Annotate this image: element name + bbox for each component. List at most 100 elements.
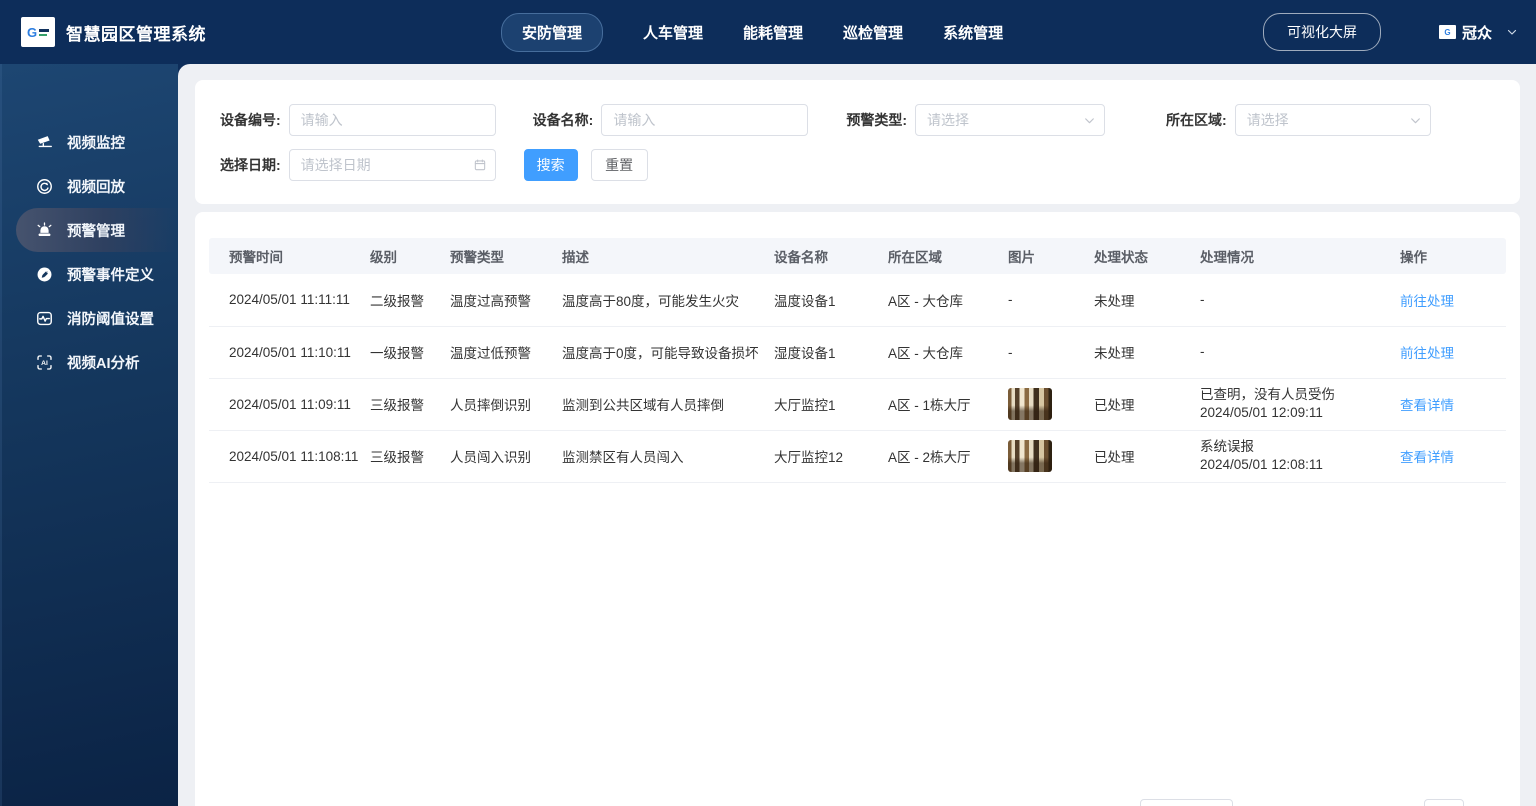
primary-nav-tabs: 安防管理 人车管理 能耗管理 巡检管理 系统管理 xyxy=(501,12,1003,52)
cell-level: 二级报警 xyxy=(360,274,440,327)
alert-table: 预警时间 级别 预警类型 描述 设备名称 所在区域 图片 处理状态 处理情况 操作 2024/05… xyxy=(209,238,1506,483)
cell-alert-type: 温度过低预警 xyxy=(440,326,552,379)
sidebar-item-6[interactable]: AI 视频AI分析 xyxy=(0,340,178,384)
sidebar-item-label: 预警管理 xyxy=(67,223,125,240)
table-row: 2024/05/01 11:10:11 一级报警 温度过低预警 温度高于0度，可能导致… xyxy=(209,326,1506,379)
video-playback-icon xyxy=(35,177,54,196)
go-handle-link[interactable]: 前往处理 xyxy=(1400,294,1454,309)
cell-area: A区 - 1栋大厅 xyxy=(878,378,998,431)
alert-type-label: 预警类型: xyxy=(846,112,908,128)
date-label: 选择日期: xyxy=(220,157,281,173)
sidebar-item-label: 预警事件定义 xyxy=(67,267,154,284)
cell-alert-type: 温度过高预警 xyxy=(440,274,552,327)
column-header-9: 处理情况 xyxy=(1190,238,1390,274)
cctv-camera-icon xyxy=(35,133,54,152)
cell-level: 一级报警 xyxy=(360,326,440,379)
device-name-input[interactable] xyxy=(601,104,809,136)
handling-text: - xyxy=(1200,291,1205,307)
cell-action: 查看详情 xyxy=(1390,378,1506,431)
column-header-6: 所在区域 xyxy=(878,238,998,274)
cell-status: 未处理 xyxy=(1084,274,1190,327)
company-logo-icon: G xyxy=(26,24,38,40)
reset-button[interactable]: 重置 xyxy=(590,149,648,181)
sidebar-item-label: 消防阈值设置 xyxy=(67,311,154,328)
app-title: 智慧园区管理系统 xyxy=(66,24,206,44)
cell-handling: - xyxy=(1190,326,1390,379)
alert-type-select[interactable] xyxy=(915,104,1106,136)
cell-device-name: 大厅监控12 xyxy=(764,430,878,483)
cell-handling: 已查明，没有人员受伤 2024/05/01 12:09:11 xyxy=(1190,378,1390,431)
filter-alert-type: 预警类型: xyxy=(846,104,1106,136)
cell-image xyxy=(998,430,1084,483)
handling-time: 2024/05/01 12:08:11 xyxy=(1200,457,1323,472)
cell-description: 监测禁区有人员闯入 xyxy=(552,430,764,483)
top-navbar: G 智慧园区管理系统 安防管理 人车管理 能耗管理 巡检管理 系统管理 可视化大屏 G … xyxy=(0,0,1536,64)
nav-tab-5[interactable]: 系统管理 xyxy=(943,14,1003,51)
sidebar: 视频监控视频回放预警管理预警事件定义 消防阈值设置 AI 视频AI分析 xyxy=(0,64,178,806)
device-code-input[interactable] xyxy=(288,104,496,136)
cell-area: A区 - 大仓库 xyxy=(878,326,998,379)
cell-device-name: 温度设备1 xyxy=(764,274,878,327)
table-header-row: 预警时间 级别 预警类型 描述 设备名称 所在区域 图片 处理状态 处理情况 操作 xyxy=(209,238,1506,274)
sidebar-item-3[interactable]: 预警管理 xyxy=(16,208,178,252)
sidebar-item-4[interactable]: 预警事件定义 xyxy=(0,252,178,296)
cell-status: 未处理 xyxy=(1084,326,1190,379)
cell-image: - xyxy=(998,326,1084,379)
cell-level: 三级报警 xyxy=(360,430,440,483)
sidebar-item-5[interactable]: 消防阈值设置 xyxy=(0,296,178,340)
handling-time: 2024/05/01 12:09:11 xyxy=(1200,405,1323,420)
view-detail-link[interactable]: 查看详情 xyxy=(1400,398,1454,413)
go-handle-link[interactable]: 前往处理 xyxy=(1400,346,1454,361)
cell-handling: 系统误报 2024/05/01 12:08:11 xyxy=(1190,430,1390,483)
cell-level: 三级报警 xyxy=(360,378,440,431)
area-select[interactable] xyxy=(1234,104,1431,136)
nav-tab-1[interactable]: 安防管理 xyxy=(501,12,604,52)
handling-text: 已查明，没有人员受伤 xyxy=(1200,387,1335,402)
cell-status: 已处理 xyxy=(1084,430,1190,483)
ai-analysis-icon: AI xyxy=(35,353,54,372)
cell-device-name: 湿度设备1 xyxy=(764,326,878,379)
sidebar-item-1[interactable]: 视频监控 xyxy=(0,120,178,164)
filter-device-code: 设备编号: xyxy=(220,104,496,136)
cell-description: 监测到公共区域有人员摔倒 xyxy=(552,378,764,431)
cell-area: A区 - 大仓库 xyxy=(878,274,998,327)
user-menu[interactable]: G 冠众 xyxy=(1438,22,1518,43)
user-avatar: G xyxy=(1438,25,1456,39)
page-jumper-input[interactable] xyxy=(1424,799,1464,806)
nav-tab-2[interactable]: 人车管理 xyxy=(643,14,703,51)
cell-alert-type: 人员闯入识别 xyxy=(440,430,552,483)
cell-alert-time: 2024/05/01 11:108:11 xyxy=(209,430,360,483)
view-detail-link[interactable]: 查看详情 xyxy=(1400,450,1454,465)
alarm-siren-icon xyxy=(35,221,54,240)
smart-park-app: { "brand": { "title": "智慧园区管理系统" }, "nav… xyxy=(0,0,1536,806)
threshold-wave-icon xyxy=(35,309,54,328)
column-header-7: 图片 xyxy=(998,238,1084,274)
filter-date: 选择日期: xyxy=(220,149,496,181)
sidebar-item-label: 视频AI分析 xyxy=(67,355,140,372)
handling-text: 系统误报 xyxy=(1200,439,1254,454)
sidebar-item-label: 视频监控 xyxy=(67,135,125,152)
cell-image xyxy=(998,378,1084,431)
table-row: 2024/05/01 11:108:11 三级报警 人员闯入识别 监测禁区有人员闯入大… xyxy=(209,430,1506,483)
filter-row-1: 设备编号: 设备名称: 预警类型: 所在区域: xyxy=(220,104,1496,136)
sidebar-item-2[interactable]: 视频回放 xyxy=(0,164,178,208)
device-code-label: 设备编号: xyxy=(220,112,281,128)
alert-table-card: 预警时间 级别 预警类型 描述 设备名称 所在区域 图片 处理状态 处理情况 操作 2024/05… xyxy=(195,212,1520,806)
filter-row-2: 选择日期: 搜索 重置 xyxy=(220,149,1496,181)
filter-card: 设备编号: 设备名称: 预警类型: 所在区域: xyxy=(195,80,1520,204)
page-size-select[interactable] xyxy=(1140,799,1233,806)
alert-photo[interactable] xyxy=(1008,388,1052,420)
date-picker-input[interactable] xyxy=(288,149,496,181)
cell-action: 查看详情 xyxy=(1390,430,1506,483)
cell-description: 温度高于80度，可能发生火灾 xyxy=(552,274,764,327)
cell-alert-type: 人员摔倒识别 xyxy=(440,378,552,431)
filter-area: 所在区域: xyxy=(1166,104,1431,136)
nav-tab-3[interactable]: 能耗管理 xyxy=(743,14,803,51)
table-row: 2024/05/01 11:09:11 三级报警 人员摔倒识别 监测到公共区域有人员摔… xyxy=(209,378,1506,431)
alert-photo[interactable] xyxy=(1008,440,1052,472)
search-button[interactable]: 搜索 xyxy=(523,149,578,181)
cell-alert-time: 2024/05/01 11:11:11 xyxy=(209,274,360,327)
big-screen-button[interactable]: 可视化大屏 xyxy=(1262,13,1381,51)
handling-text: - xyxy=(1200,344,1205,359)
nav-tab-4[interactable]: 巡检管理 xyxy=(843,14,903,51)
